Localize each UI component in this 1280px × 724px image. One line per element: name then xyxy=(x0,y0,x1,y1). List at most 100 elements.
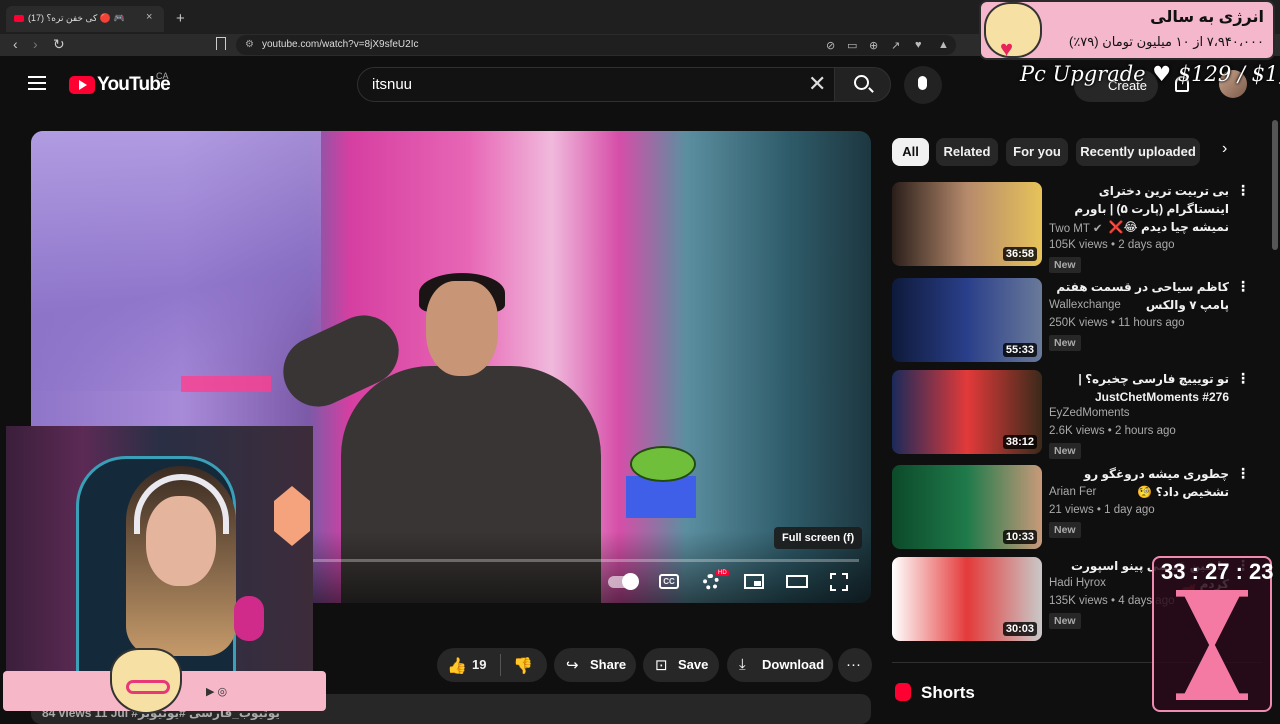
channel-name[interactable]: EyZedMoments xyxy=(1049,407,1130,419)
search-input[interactable] xyxy=(372,76,772,93)
rewards-icon[interactable]: ▲ xyxy=(938,39,949,51)
person-head xyxy=(426,281,498,376)
tab-title: (17) کی خفن تره؟ 🔴 🎮 xyxy=(28,13,125,23)
new-badge: New xyxy=(1049,257,1081,273)
channel-name[interactable]: Two MT ✔ xyxy=(1049,221,1103,235)
reload-button[interactable]: ↻ xyxy=(53,36,65,53)
mic-icon[interactable] xyxy=(918,76,927,90)
share-icon[interactable]: ↪ xyxy=(566,656,579,674)
autoplay-knob[interactable] xyxy=(622,573,639,590)
browser-tab[interactable]: (17) کی خفن تره؟ 🔴 🎮 xyxy=(6,6,164,32)
recommendation-item[interactable]: 10:33 چطوری میشه دروغگو رو تشخیص داد؟ 🧐 … xyxy=(892,465,1262,551)
save-label[interactable]: Save xyxy=(678,657,708,672)
kebab-menu-icon[interactable]: ⋮ xyxy=(1236,278,1250,295)
miniplayer-icon[interactable] xyxy=(744,574,764,589)
fullscreen-tooltip: Full screen (f) xyxy=(774,527,862,549)
timer-text: 33 : 27 : 23 xyxy=(1161,559,1274,584)
recommendation-item[interactable]: 55:33 کاظم سیاحی در قسمت هفتم پامپ ۷ وال… xyxy=(892,278,1262,364)
video-thumbnail[interactable]: 38:12 xyxy=(892,370,1042,454)
social-media-icons: ▶ ◎ xyxy=(206,686,228,698)
share-page-icon[interactable]: ↗ xyxy=(891,39,900,52)
frog-sticker-image xyxy=(626,446,696,518)
forward-button[interactable]: › xyxy=(33,36,38,52)
tab-close-icon[interactable]: × xyxy=(146,11,152,23)
more-icon[interactable]: ··· xyxy=(846,656,861,673)
new-badge: New xyxy=(1049,613,1081,629)
duration-badge: 55:33 xyxy=(1002,343,1037,357)
video-ceiling-scene xyxy=(31,131,321,391)
zoom-icon[interactable]: ⊕ xyxy=(869,39,878,52)
search-icon[interactable] xyxy=(854,75,869,90)
shield-icon[interactable]: ♥ xyxy=(915,39,922,51)
like-count[interactable]: 19 xyxy=(472,657,486,672)
kebab-menu-icon[interactable]: ⋮ xyxy=(1236,465,1250,482)
fullscreen-icon[interactable] xyxy=(830,573,848,591)
hourglass-icon xyxy=(1176,590,1248,700)
chip-related[interactable]: Related xyxy=(936,138,998,166)
tracking-off-icon[interactable]: ⊘ xyxy=(826,39,835,52)
page-scrollbar[interactable] xyxy=(1272,120,1278,250)
upgrade-goal-text: Pc Upgrade ♥ $129 / $1,000 xyxy=(1020,62,1280,86)
kebab-menu-icon[interactable]: ⋮ xyxy=(1236,182,1250,199)
duration-badge: 38:12 xyxy=(1002,435,1037,449)
video-title[interactable]: تو تویییچ فارسی چخبره؟ | JustChetMoments… xyxy=(1049,370,1229,406)
new-badge: New xyxy=(1049,335,1081,351)
kebab-menu-icon[interactable]: ⋮ xyxy=(1236,370,1250,387)
video-thumbnail[interactable]: 30:03 xyxy=(892,557,1042,641)
new-tab-button[interactable]: + xyxy=(176,10,185,27)
settings-gear-icon[interactable] xyxy=(703,574,719,590)
download-icon[interactable]: ⤓ xyxy=(739,656,746,673)
url-text[interactable]: youtube.com/watch?v=8jX9sfeU2Ic xyxy=(262,39,418,50)
share-label[interactable]: Share xyxy=(590,657,626,672)
youtube-logo-icon[interactable] xyxy=(69,76,95,94)
video-thumbnail[interactable]: 55:33 xyxy=(892,278,1042,362)
new-badge: New xyxy=(1049,522,1081,538)
donation-title: انرژی به سالی xyxy=(1150,9,1264,26)
region-code: CA xyxy=(156,71,169,81)
subtitles-icon[interactable]: CC xyxy=(659,574,679,589)
site-info-icon[interactable]: ⚙ xyxy=(245,39,254,50)
cartoon-glasses xyxy=(126,680,170,694)
duration-badge: 10:33 xyxy=(1002,530,1037,544)
duration-badge: 36:58 xyxy=(1002,247,1037,261)
thumbs-up-icon[interactable]: 👍 xyxy=(447,656,467,676)
bookmark-icon[interactable] xyxy=(216,37,226,50)
video-meta: 21 views • 1 day ago xyxy=(1049,504,1155,516)
donation-progress-text: ۷،۹۴۰،۰۰۰ از ۱۰ میلیون تومان (۷۹٪) xyxy=(1068,34,1264,49)
video-meta: 2.6K views • 2 hours ago xyxy=(1049,425,1176,437)
frog-body xyxy=(626,476,696,518)
hd-badge: HD xyxy=(716,570,729,576)
video-thumbnail[interactable]: 10:33 xyxy=(892,465,1042,549)
webcam-overlay xyxy=(6,426,313,676)
chip-all[interactable]: All xyxy=(892,138,929,166)
recommendation-item[interactable]: 36:58 بی تربیت ترین دخترای اینستاگرام (پ… xyxy=(892,182,1262,273)
new-badge: New xyxy=(1049,443,1081,459)
download-label[interactable]: Download xyxy=(762,657,824,672)
duration-badge: 30:03 xyxy=(1002,622,1037,636)
clear-search-icon[interactable]: ✕ xyxy=(808,71,826,97)
heart-icon: ♥ xyxy=(1000,36,1014,61)
video-thumbnail[interactable]: 36:58 xyxy=(892,182,1042,266)
chips-next-icon[interactable]: › xyxy=(1222,140,1227,158)
video-neon-sign xyxy=(181,376,271,392)
chip-recently-uploaded[interactable]: Recently uploaded xyxy=(1076,138,1200,166)
shorts-heading: Shorts xyxy=(921,683,975,702)
youtube-favicon-icon xyxy=(14,15,24,23)
chip-for-you[interactable]: For you xyxy=(1006,138,1068,166)
channel-name[interactable]: Wallexchange xyxy=(1049,299,1121,311)
cast-icon[interactable]: ▭ xyxy=(847,39,857,52)
menu-icon[interactable] xyxy=(28,76,46,90)
theater-mode-icon[interactable] xyxy=(786,575,808,588)
recommendation-item[interactable]: 38:12 تو تویییچ فارسی چخبره؟ | JustChetM… xyxy=(892,370,1262,459)
shorts-icon xyxy=(895,683,911,701)
video-meta: 105K views • 2 days ago xyxy=(1049,239,1175,251)
channel-name[interactable]: Hadi Hyrox xyxy=(1049,577,1106,589)
like-divider xyxy=(500,654,501,676)
channel-name[interactable]: Arian Fer xyxy=(1049,486,1096,498)
back-button[interactable]: ‹ xyxy=(13,36,18,52)
thumbs-down-icon[interactable]: 👎 xyxy=(513,656,533,676)
video-meta: 250K views • 11 hours ago xyxy=(1049,317,1185,329)
microphone xyxy=(234,596,264,641)
hexagon-lamp xyxy=(274,486,310,546)
save-icon[interactable]: ⊡ xyxy=(655,656,668,674)
